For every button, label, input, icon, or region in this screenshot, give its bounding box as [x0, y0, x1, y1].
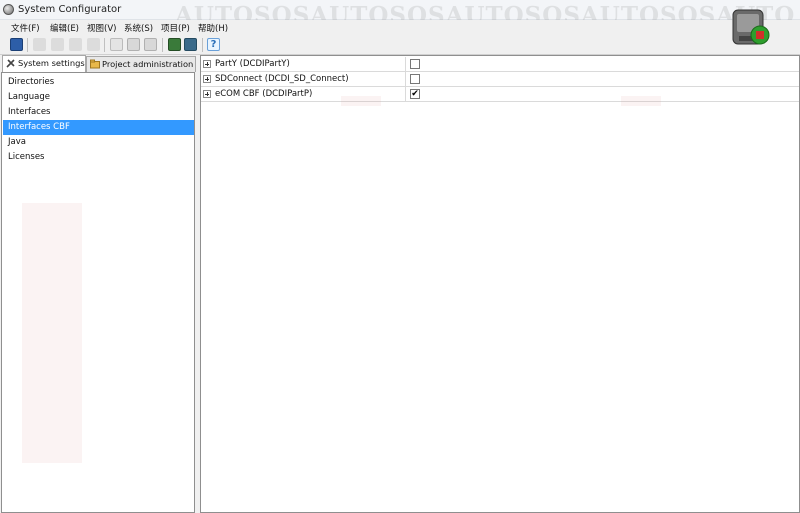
new-document-icon[interactable]	[110, 38, 123, 51]
interfaces-table: PartY (DCDIPartY) SDConnect (DCDI_SD_Con…	[200, 55, 800, 513]
delete-icon[interactable]	[87, 38, 100, 51]
nav-item-interfaces-cbf[interactable]: Interfaces CBF	[3, 120, 194, 135]
toolbar-separator	[27, 38, 28, 52]
logo-icon	[727, 6, 775, 50]
nav-item-language[interactable]: Language	[3, 90, 194, 105]
interface-checkbox[interactable]	[410, 74, 420, 84]
toolbar-separator	[162, 38, 163, 52]
interface-checkbox[interactable]	[410, 59, 420, 69]
table-row[interactable]: PartY (DCDIPartY)	[201, 57, 799, 72]
menu-bar: 文件(F) 编辑(E) 视图(V) 系统(S) 项目(P) 帮助(H)	[0, 20, 800, 35]
toolbar: ?	[0, 35, 800, 55]
tab-strip: System settings Project administration	[0, 55, 197, 72]
menu-project[interactable]: 项目(P)	[159, 21, 192, 35]
interface-checkbox[interactable]: ✔	[410, 89, 420, 99]
toolbar-separator	[202, 38, 203, 52]
app-gear-icon	[3, 4, 14, 15]
export-icon[interactable]	[144, 38, 157, 51]
table-row[interactable]: SDConnect (DCDI_SD_Connect)	[201, 72, 799, 87]
column-divider	[405, 72, 406, 87]
menu-file[interactable]: 文件(F)	[9, 21, 42, 35]
menu-view[interactable]: 视图(V)	[85, 21, 118, 35]
book-icon[interactable]	[168, 38, 181, 51]
tab-project-administration-label: Project administration	[102, 59, 194, 69]
column-divider	[405, 57, 406, 72]
folder-icon	[90, 59, 100, 69]
save-as-icon[interactable]	[127, 38, 140, 51]
book-stop-icon[interactable]	[184, 38, 197, 51]
toolbar-separator	[104, 38, 105, 52]
tab-system-settings[interactable]: System settings	[2, 55, 86, 72]
menu-system[interactable]: 系统(S)	[122, 21, 155, 35]
save-icon[interactable]	[10, 38, 23, 51]
copy-icon[interactable]	[51, 38, 64, 51]
menu-help[interactable]: 帮助(H)	[196, 21, 230, 35]
background-watermark-shape	[22, 203, 82, 463]
interface-name: SDConnect (DCDI_SD_Connect)	[215, 74, 349, 84]
tab-project-administration[interactable]: Project administration	[86, 56, 196, 72]
nav-item-licenses[interactable]: Licenses	[3, 150, 194, 165]
nav-item-interfaces[interactable]: Interfaces	[3, 105, 194, 120]
menu-edit[interactable]: 编辑(E)	[48, 21, 81, 35]
expand-icon[interactable]	[203, 60, 211, 68]
tab-system-settings-label: System settings	[18, 58, 85, 68]
settings-nav-list: Directories Language Interfaces Interfac…	[1, 72, 195, 513]
expand-icon[interactable]	[203, 90, 211, 98]
nav-item-directories[interactable]: Directories	[3, 75, 194, 90]
expand-icon[interactable]	[203, 75, 211, 83]
table-row[interactable]: eCOM CBF (DCDIPartP) ✔	[201, 87, 799, 102]
interface-name: eCOM CBF (DCDIPartP)	[215, 89, 313, 99]
nav-item-java[interactable]: Java	[3, 135, 194, 150]
window-title: System Configurator	[18, 4, 122, 15]
paste-icon[interactable]	[69, 38, 82, 51]
interface-name: PartY (DCDIPartY)	[215, 59, 290, 69]
help-icon[interactable]: ?	[207, 38, 220, 51]
tools-icon	[6, 58, 16, 68]
title-bar: System Configurator	[0, 0, 800, 20]
cut-icon[interactable]	[33, 38, 46, 51]
column-divider	[405, 87, 406, 102]
